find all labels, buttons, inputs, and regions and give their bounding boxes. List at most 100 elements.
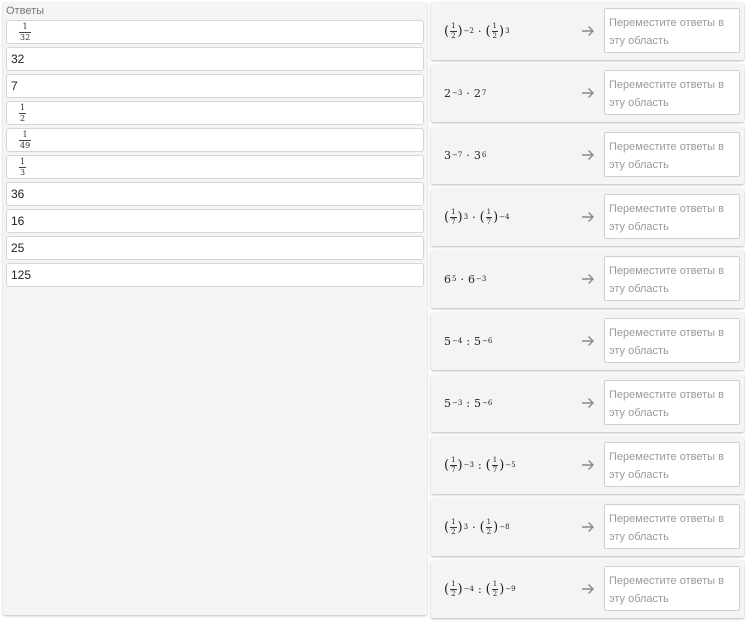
fraction: 17 <box>450 207 457 226</box>
fraction-denominator: 49 <box>19 139 32 150</box>
operator: · <box>472 210 476 224</box>
paren-close: ) <box>499 457 505 473</box>
exponent: −6 <box>482 337 493 345</box>
exponent: −3 <box>452 89 463 97</box>
answer-card[interactable]: 32 <box>6 47 424 71</box>
question-row: 5 −3:5 −6 Переместите ответы в эту область <box>431 374 744 432</box>
base: 5 <box>444 334 451 348</box>
arrow-right-icon <box>581 560 595 618</box>
exponent: 3 <box>463 523 469 531</box>
base: 3 <box>444 148 451 162</box>
answer-card[interactable]: 25 <box>6 236 424 260</box>
question-row: (1 2) −2 ·(1 2) 3 Переместите ответы в эту обл… <box>431 2 744 60</box>
paren-close: ) <box>493 209 499 225</box>
fraction-denominator: 2 <box>450 526 457 536</box>
answer-drop-zone[interactable]: Переместите ответы в эту область <box>604 132 740 177</box>
fraction-denominator: 2 <box>485 526 493 536</box>
fraction: 1 32 <box>19 22 32 42</box>
paren-open: ( <box>444 519 450 535</box>
fraction-numerator: 1 <box>20 156 26 166</box>
answer-card[interactable]: 1 49 <box>6 128 424 152</box>
fraction: 17 <box>491 456 499 474</box>
fraction: 12 <box>450 518 457 536</box>
answer-card[interactable]: 36 <box>6 182 424 206</box>
fraction-denominator: 2 <box>450 588 457 598</box>
exponent: −4 <box>463 585 474 593</box>
base: 5 <box>474 396 482 410</box>
arrow-right-icon <box>581 188 595 246</box>
answer-card[interactable]: 1 32 <box>6 20 424 44</box>
exponent: −4 <box>452 337 463 345</box>
paren-open: ( <box>444 457 450 473</box>
paren-close: ) <box>499 23 505 39</box>
answer-drop-zone[interactable]: Переместите ответы в эту область <box>604 380 740 425</box>
answer-value: 16 <box>11 214 25 228</box>
paren-open: ( <box>479 519 485 535</box>
answer-drop-zone[interactable]: Переместите ответы в эту область <box>604 70 740 115</box>
paren-open: ( <box>444 209 450 225</box>
fraction-numerator: 1 <box>22 129 28 139</box>
exponent: −8 <box>499 523 510 531</box>
answer-drop-zone[interactable]: Переместите ответы в эту область <box>604 442 740 487</box>
operator: · <box>477 24 482 38</box>
exponent: −2 <box>463 27 474 35</box>
question-row: (1 7) 3 ·(1 7) −4 Переместите ответы в эту обл… <box>431 188 744 246</box>
fraction-numerator: 1 <box>492 21 497 30</box>
answer-value: 25 <box>11 241 25 255</box>
question-expression: 5 −3:5 −6 <box>444 374 492 432</box>
exponent: 3 <box>505 27 510 35</box>
fraction-numerator: 1 <box>492 579 498 588</box>
question-row: (1 7) −3:(1 7) −5 Переместите ответы в эту об… <box>431 436 744 494</box>
fraction-denominator: 2 <box>491 30 498 40</box>
fraction-denominator: 32 <box>19 31 32 42</box>
answer-card[interactable]: 12 <box>6 101 424 125</box>
base: 5 <box>444 396 451 410</box>
answer-drop-zone[interactable]: Переместите ответы в эту область <box>604 318 740 363</box>
answer-drop-zone[interactable]: Переместите ответы в эту область <box>604 256 740 301</box>
answer-card[interactable]: 16 <box>6 209 424 233</box>
fraction-numerator: 1 <box>451 207 456 216</box>
fraction: 17 <box>485 208 493 226</box>
fraction: 17 <box>450 456 457 474</box>
operator: : <box>466 334 471 348</box>
question-expression: (1 7) −3:(1 7) −5 <box>444 436 516 494</box>
exponent: −4 <box>499 213 510 221</box>
base: 3 <box>473 148 481 162</box>
paren-open: ( <box>485 581 491 597</box>
paren-close: ) <box>457 457 463 473</box>
arrow-right-icon <box>581 436 595 494</box>
fraction: 12 <box>450 22 457 40</box>
fraction-denominator: 7 <box>485 216 493 226</box>
exponent: −6 <box>482 399 493 407</box>
arrow-right-icon <box>581 2 595 60</box>
fraction-denominator: 2 <box>450 30 457 40</box>
paren-open: ( <box>444 23 450 39</box>
fraction-numerator: 1 <box>20 102 26 112</box>
arrow-right-icon <box>581 250 595 308</box>
fraction: 12 <box>450 579 457 598</box>
answer-drop-zone[interactable]: Переместите ответы в эту область <box>604 8 740 53</box>
fraction: 12 <box>491 21 498 40</box>
paren-open: ( <box>485 457 491 473</box>
arrow-right-icon <box>581 498 595 556</box>
operator: : <box>477 582 482 596</box>
answer-card[interactable]: 125 <box>6 263 424 287</box>
question-row: 5 −4:5 −6 Переместите ответы в эту область <box>431 312 744 370</box>
exponent: −3 <box>463 461 474 469</box>
answer-drop-zone[interactable]: Переместите ответы в эту область <box>604 566 740 611</box>
answer-card[interactable]: 13 <box>6 155 424 179</box>
question-row: (1 2) −4:(1 2) −9 Переместите ответы в эту об… <box>431 560 744 618</box>
operator: · <box>460 272 464 286</box>
base: 6 <box>444 272 451 286</box>
paren-open: ( <box>444 581 450 597</box>
arrow-right-icon <box>581 312 595 370</box>
answers-list: 1 32 32 7 1 2 1 49 1 3 36 16 25 125 <box>6 20 424 290</box>
exponent: 3 <box>463 213 469 221</box>
fraction-denominator: 3 <box>19 166 27 177</box>
exponent: 7 <box>481 89 487 97</box>
fraction-denominator: 7 <box>450 216 457 226</box>
answer-card[interactable]: 7 <box>6 74 424 98</box>
answer-drop-zone[interactable]: Переместите ответы в эту область <box>604 194 740 239</box>
fraction-numerator: 1 <box>451 579 456 588</box>
answer-drop-zone[interactable]: Переместите ответы в эту область <box>604 504 740 549</box>
